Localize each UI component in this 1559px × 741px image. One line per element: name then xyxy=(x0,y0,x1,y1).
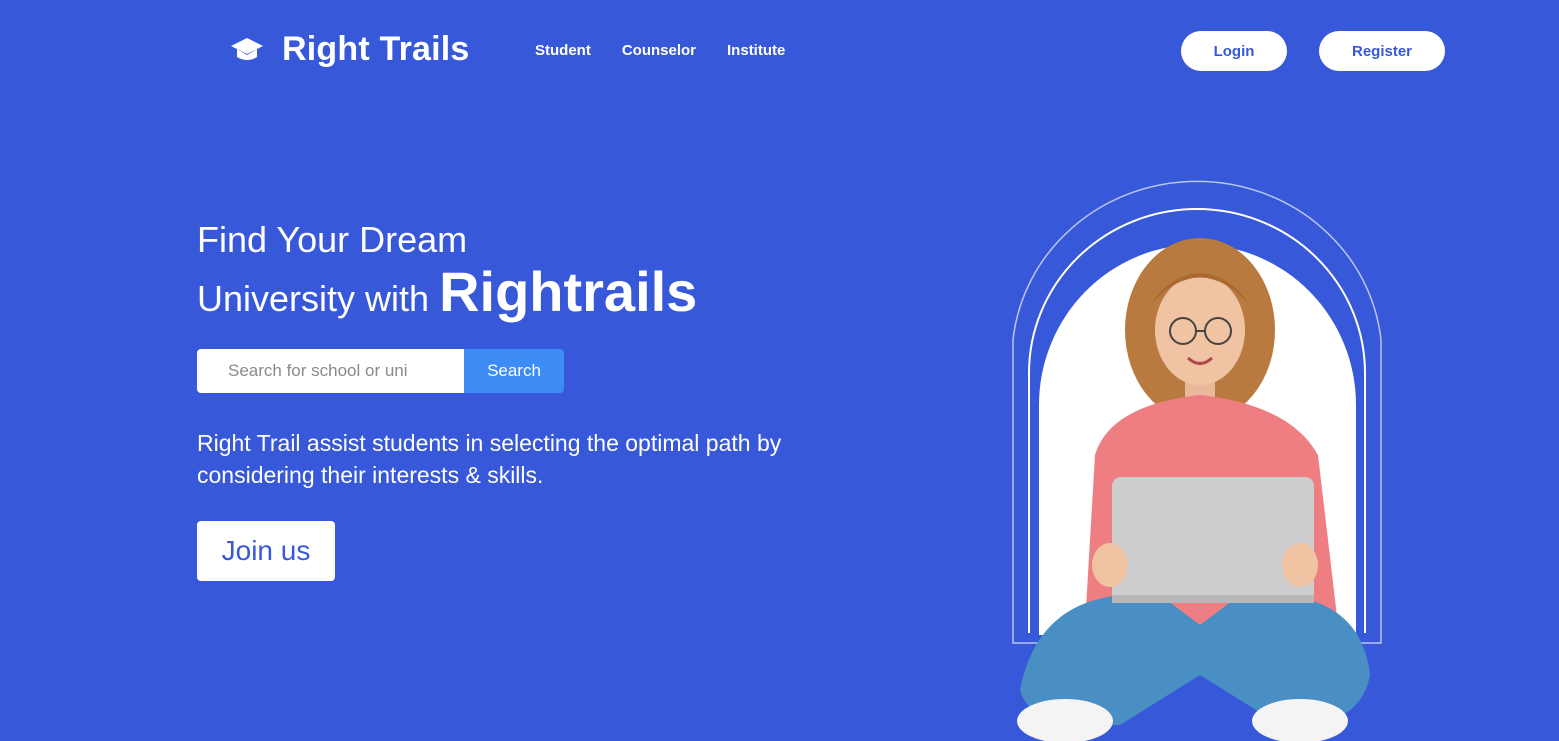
register-button[interactable]: Register xyxy=(1319,31,1445,71)
main-nav: Student Counselor Institute xyxy=(535,42,785,59)
search-button[interactable]: Search xyxy=(464,349,564,393)
graduation-cap-icon xyxy=(231,37,263,60)
join-us-button[interactable]: Join us xyxy=(197,521,335,581)
login-button[interactable]: Login xyxy=(1181,31,1287,71)
laptop xyxy=(1112,477,1314,603)
hero-title-line1: Find Your Dream xyxy=(197,219,468,260)
hero-title-prefix: University with xyxy=(197,278,430,319)
student-illustration xyxy=(1012,180,1382,741)
search-input[interactable] xyxy=(197,349,464,393)
nav-link-counselor[interactable]: Counselor xyxy=(622,42,696,59)
search-bar: Search xyxy=(197,349,564,393)
hero-title-line2: University with Rightrails xyxy=(197,262,837,329)
hero-heading: Find Your Dream University with Rightrai… xyxy=(197,218,837,329)
brand-logo[interactable]: Right Trails xyxy=(230,30,470,69)
hero-title-brand: Rightrails xyxy=(439,260,698,323)
brand-name: Right Trails xyxy=(282,30,470,68)
hero-tagline: Right Trail assist students in selecting… xyxy=(197,430,782,488)
nav-link-student[interactable]: Student xyxy=(535,42,591,59)
nav-link-institute[interactable]: Institute xyxy=(727,42,785,59)
top-navbar: Right Trails Student Counselor Institute… xyxy=(0,0,1559,104)
